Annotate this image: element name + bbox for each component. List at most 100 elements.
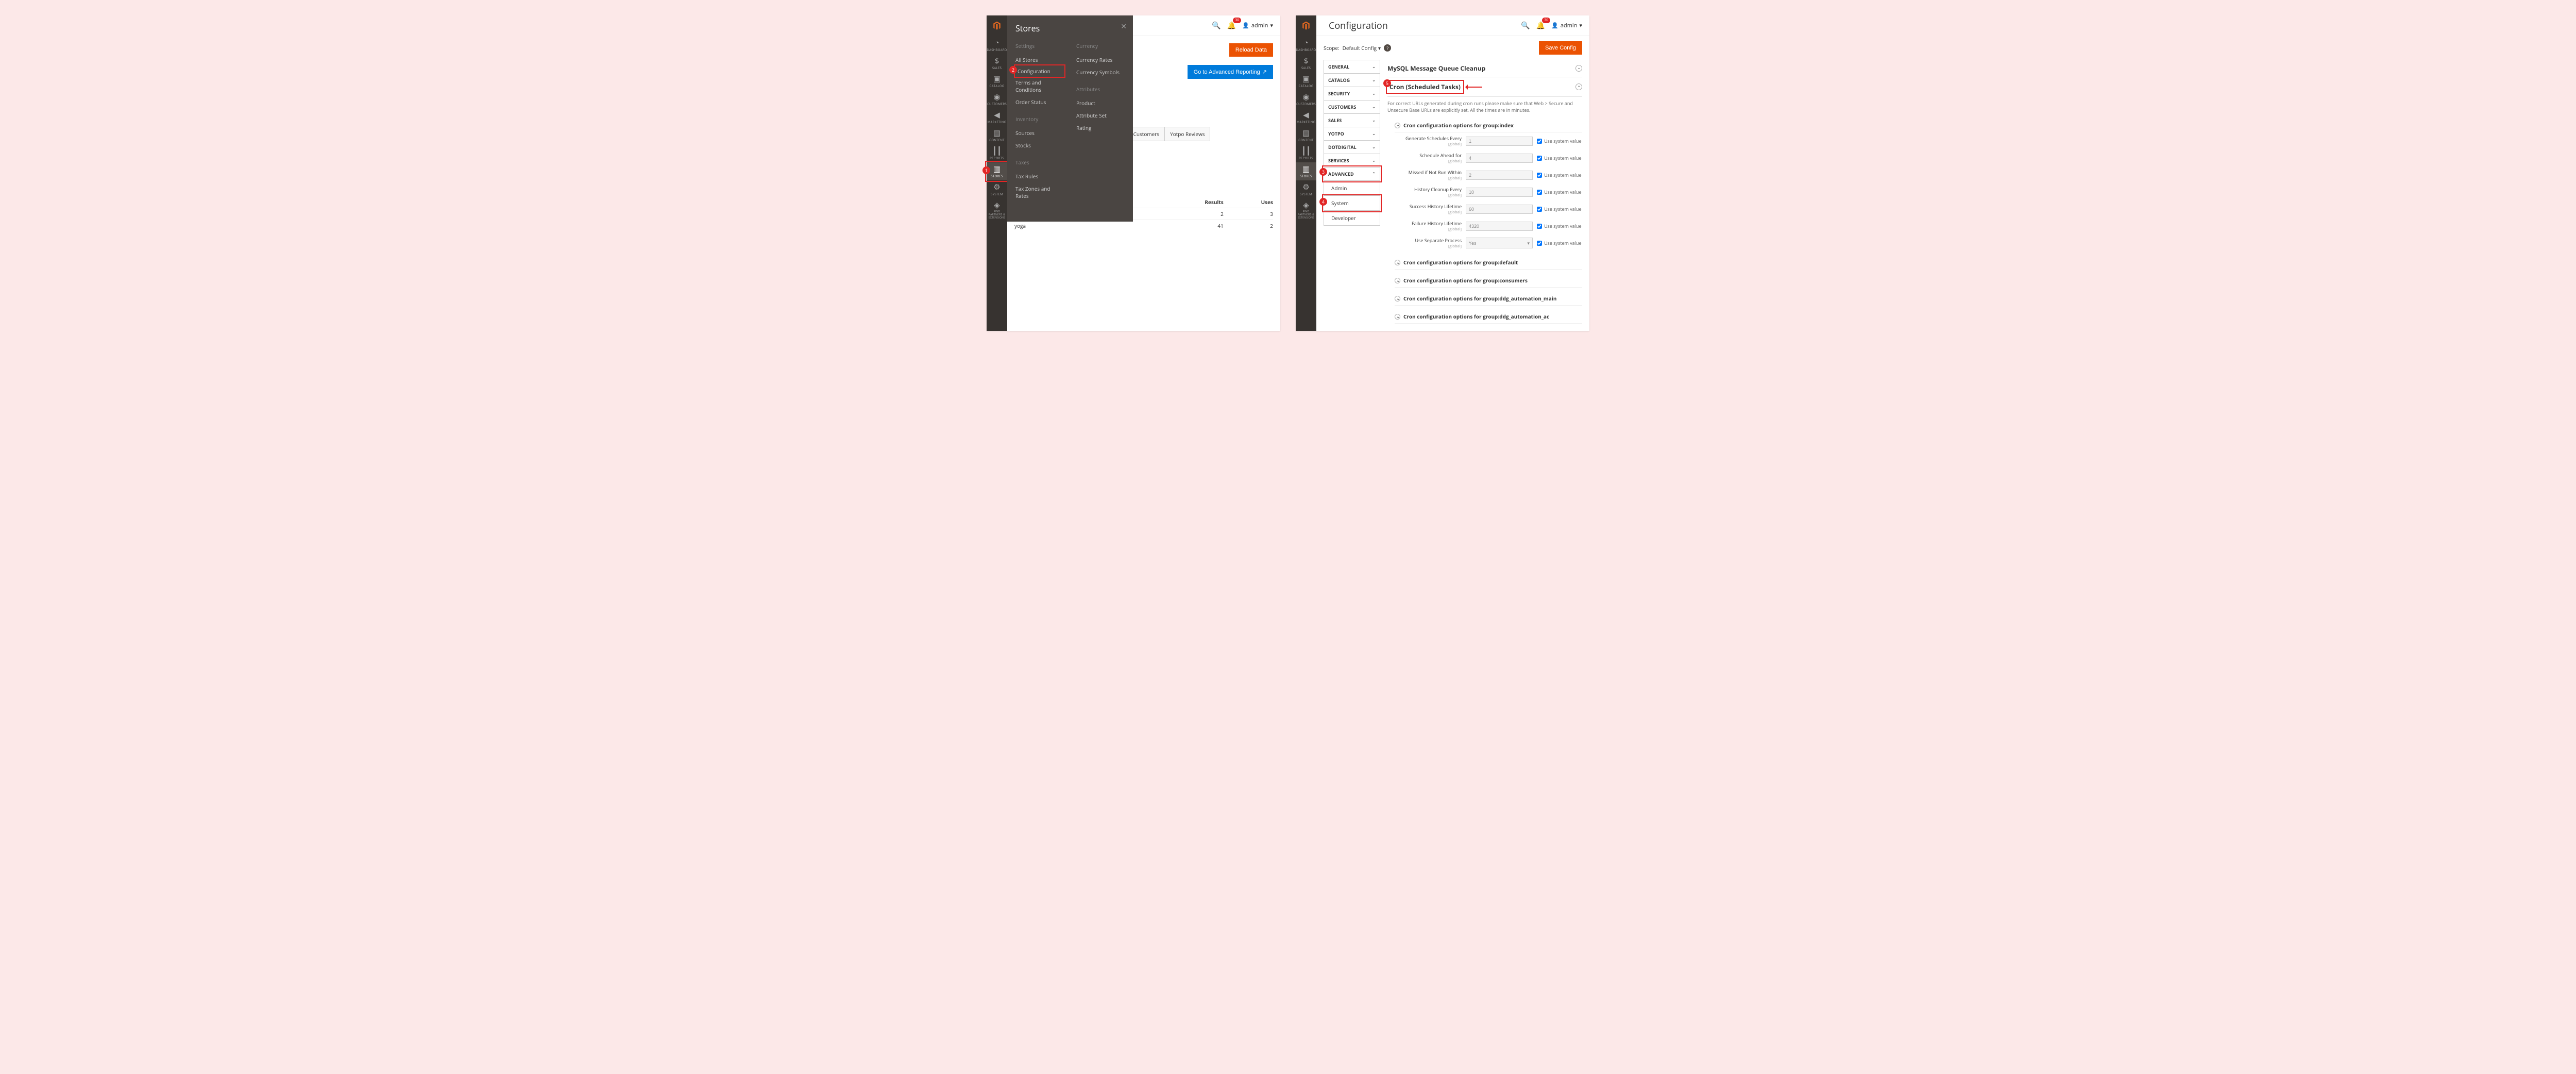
chevron-down-icon: ⌄ [1372, 104, 1376, 110]
sidebar-item-catalog[interactable]: ▣Catalog [987, 72, 1007, 90]
sidebar-item-stores[interactable]: ▥Stores [1296, 162, 1316, 180]
advanced-reporting-button[interactable]: Go to Advanced Reporting↗ [1188, 65, 1273, 79]
use-system-checkbox[interactable]: Use system value [1537, 240, 1582, 246]
field-input[interactable] [1466, 154, 1533, 163]
sidebar-item-customers[interactable]: ◉Customers [1296, 90, 1316, 108]
use-system-checkbox[interactable]: Use system value [1537, 223, 1582, 229]
page-title: Configuration [1324, 20, 1388, 32]
collapse-icon[interactable] [1575, 65, 1582, 72]
group-index[interactable]: Cron configuration options for group:ind… [1395, 119, 1582, 132]
collapse-icon[interactable] [1395, 314, 1400, 320]
field-input[interactable] [1466, 137, 1533, 146]
link-sources[interactable]: Sources [1015, 127, 1064, 139]
link-all-stores[interactable]: All Stores [1015, 54, 1064, 66]
arrow-icon [1467, 87, 1482, 88]
sidebar-item-reports[interactable]: ┃┃Reports [1296, 144, 1316, 162]
link-terms[interactable]: Terms and Conditions [1015, 76, 1064, 96]
sidebar: ◔Dashboard $Sales ▣Catalog ◉Customers ◀M… [1296, 15, 1316, 331]
magento-logo[interactable] [1296, 15, 1316, 36]
annotation-1: 1 [982, 166, 990, 174]
search-icon[interactable]: 🔍 [1521, 21, 1530, 30]
link-configuration[interactable]: Configuration [1015, 66, 1064, 76]
group-head[interactable]: Cron configuration options for group:ddg… [1395, 292, 1582, 306]
help-icon[interactable]: ? [1384, 44, 1391, 52]
tab-customers[interactable]: Customers [1128, 127, 1165, 141]
nav-security[interactable]: SECURITY⌄ [1324, 87, 1380, 100]
chevron-down-icon: ⌄ [1372, 118, 1376, 123]
link-tax-zones[interactable]: Tax Zones and Rates [1015, 182, 1064, 202]
collapse-icon[interactable] [1395, 296, 1400, 301]
nav-advanced[interactable]: ADVANCED⌃ [1324, 167, 1380, 181]
sidebar-item-dashboard[interactable]: ◔Dashboard [987, 36, 1007, 54]
chevron-down-icon: ⌄ [1372, 144, 1376, 150]
field-input[interactable] [1466, 205, 1533, 214]
nav-customers[interactable]: CUSTOMERS⌄ [1324, 100, 1380, 113]
sidebar-item-customers[interactable]: ◉Customers [987, 90, 1007, 108]
group-head[interactable]: Cron configuration options for group:con… [1395, 274, 1582, 288]
sidebar-item-marketing[interactable]: ◀Marketing [987, 108, 1007, 126]
sidebar-item-partners[interactable]: ◈Find Partners & Extensions [987, 198, 1007, 222]
notif-badge: 30 [1542, 18, 1550, 23]
use-system-checkbox[interactable]: Use system value [1537, 138, 1582, 144]
link-attr-rating[interactable]: Rating [1076, 122, 1125, 134]
save-config-button[interactable]: Save Config [1539, 41, 1582, 55]
user-menu[interactable]: 👤admin▾ [1242, 22, 1273, 29]
section-cron[interactable]: 5 Cron (Scheduled Tasks) [1387, 77, 1582, 97]
sidebar-item-dashboard[interactable]: ◔Dashboard [1296, 36, 1316, 54]
sidebar-item-reports[interactable]: ┃┃Reports [987, 144, 1007, 162]
sidebar-item-catalog[interactable]: ▣Catalog [1296, 72, 1316, 90]
sidebar-item-content[interactable]: ▤Content [1296, 126, 1316, 144]
collapse-icon[interactable] [1395, 278, 1400, 283]
section-note: For correct URLs generated during cron r… [1387, 100, 1582, 113]
collapse-icon[interactable] [1575, 83, 1582, 90]
collapse-icon[interactable] [1395, 123, 1400, 128]
link-stocks[interactable]: Stocks [1015, 139, 1064, 152]
group-head[interactable]: Cron configuration options for group:def… [1395, 256, 1582, 270]
nav-admin[interactable]: Admin [1324, 181, 1380, 196]
sidebar-item-content[interactable]: ▤Content [987, 126, 1007, 144]
close-icon[interactable]: ✕ [1121, 22, 1127, 31]
use-system-checkbox[interactable]: Use system value [1537, 172, 1582, 178]
link-attr-product[interactable]: Product [1076, 97, 1125, 109]
link-attr-set[interactable]: Attribute Set [1076, 109, 1125, 122]
search-icon[interactable]: 🔍 [1212, 21, 1221, 30]
link-curr-rates[interactable]: Currency Rates [1076, 54, 1125, 66]
sidebar-item-system[interactable]: ⚙System [1296, 180, 1316, 198]
group-head[interactable]: Cron configuration options for group:ddg… [1395, 310, 1582, 324]
scope-select[interactable]: Default Config▾ [1343, 44, 1381, 52]
collapse-icon[interactable] [1395, 260, 1400, 265]
use-system-checkbox[interactable]: Use system value [1537, 189, 1582, 195]
nav-dotdigital[interactable]: DOTDIGITAL⌄ [1324, 140, 1380, 154]
sidebar-item-partners[interactable]: ◈Find Partners & Extensions [1296, 198, 1316, 222]
content-icon: ▤ [1302, 129, 1310, 137]
sidebar-item-sales[interactable]: $Sales [1296, 54, 1316, 72]
reload-button[interactable]: Reload Data [1229, 43, 1273, 57]
nav-services[interactable]: SERVICES⌄ [1324, 154, 1380, 167]
tab-yotpo[interactable]: Yotpo Reviews [1165, 127, 1210, 141]
link-curr-symbols[interactable]: Currency Symbols [1076, 66, 1125, 78]
section-mysql-cleanup[interactable]: MySQL Message Queue Cleanup [1387, 60, 1582, 77]
nav-system[interactable]: System [1324, 196, 1380, 211]
sidebar-item-marketing[interactable]: ◀Marketing [1296, 108, 1316, 126]
user-menu[interactable]: 👤admin▾ [1551, 22, 1582, 29]
field-input[interactable] [1466, 171, 1533, 180]
link-tax-rules[interactable]: Tax Rules [1015, 170, 1064, 182]
sidebar-item-system[interactable]: ⚙System [987, 180, 1007, 198]
nav-sales[interactable]: SALES⌄ [1324, 113, 1380, 127]
magento-logo[interactable] [987, 15, 1007, 36]
link-order-status[interactable]: Order Status [1015, 96, 1064, 108]
nav-yotpo[interactable]: YOTPO⌄ [1324, 127, 1380, 140]
nav-developer[interactable]: Developer [1324, 211, 1380, 226]
nav-catalog[interactable]: CATALOG⌄ [1324, 73, 1380, 87]
notifications-icon[interactable]: 🔔30 [1227, 21, 1236, 30]
sidebar-item-sales[interactable]: $Sales [987, 54, 1007, 72]
select-separate-process[interactable]: Yes▾ [1466, 238, 1533, 248]
nav-general[interactable]: GENERAL⌄ [1324, 60, 1380, 73]
field-input[interactable] [1466, 188, 1533, 197]
use-system-checkbox[interactable]: Use system value [1537, 155, 1582, 161]
field-input[interactable] [1466, 222, 1533, 231]
use-system-checkbox[interactable]: Use system value [1537, 206, 1582, 212]
customers-icon: ◉ [1302, 93, 1309, 101]
notifications-icon[interactable]: 🔔30 [1536, 21, 1545, 30]
config-nav: GENERAL⌄ CATALOG⌄ SECURITY⌄ CUSTOMERS⌄ S… [1324, 60, 1380, 324]
